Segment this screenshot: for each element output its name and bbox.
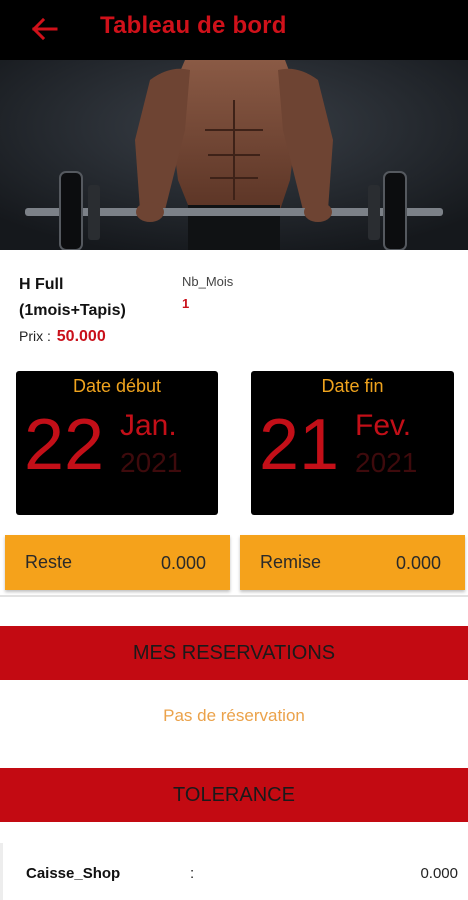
nb-mois-value: 1	[182, 296, 190, 311]
end-date-year: 2021	[355, 447, 418, 478]
back-button[interactable]	[28, 12, 62, 46]
end-date-label: Date fin	[321, 376, 384, 396]
reste-label: Reste	[25, 552, 73, 572]
remise-label: Remise	[260, 552, 322, 572]
end-date-card: Date fin 21 Fev. 2021	[251, 371, 454, 515]
nb-mois-label: Nb_Mois	[182, 274, 234, 289]
start-date-month: Jan.	[120, 409, 177, 442]
reservations-header[interactable]: MES RESERVATIONS	[0, 626, 468, 680]
price-value: 50.000	[56, 328, 106, 345]
caisse-shop-row: Caisse_Shop : 0.000	[0, 843, 468, 900]
no-reservation-message: Pas de réservation	[163, 706, 305, 725]
price-row: Prix : 50.000	[19, 328, 106, 346]
app-bar: Tableau de bord	[0, 0, 468, 60]
tolerance-header[interactable]: TOLERANCE	[0, 768, 468, 822]
divider	[0, 595, 468, 597]
page-title: Tableau de bord	[100, 12, 287, 39]
plan-name: H Full (1mois+Tapis)	[19, 276, 126, 319]
remise-value: 0.000	[395, 553, 441, 573]
price-label: Prix :	[19, 328, 51, 344]
end-date-month: Fev.	[355, 409, 412, 442]
caisse-shop-label: Caisse_Shop	[26, 865, 121, 882]
caisse-shop-separator: :	[190, 865, 195, 882]
end-date-day: 21	[259, 405, 340, 485]
start-date-day: 22	[24, 405, 105, 485]
start-date-year: 2021	[120, 447, 183, 478]
remise-button[interactable]: Remise 0.000	[240, 535, 465, 590]
hero-image	[0, 60, 468, 250]
reste-value: 0.000	[160, 553, 206, 573]
caisse-shop-value: 0.000	[420, 865, 458, 882]
start-date-label: Date début	[72, 376, 162, 396]
start-date-card: Date début 22 Jan. 2021	[16, 371, 218, 515]
arrow-left-icon	[31, 17, 58, 41]
reste-button[interactable]: Reste 0.000	[5, 535, 230, 590]
